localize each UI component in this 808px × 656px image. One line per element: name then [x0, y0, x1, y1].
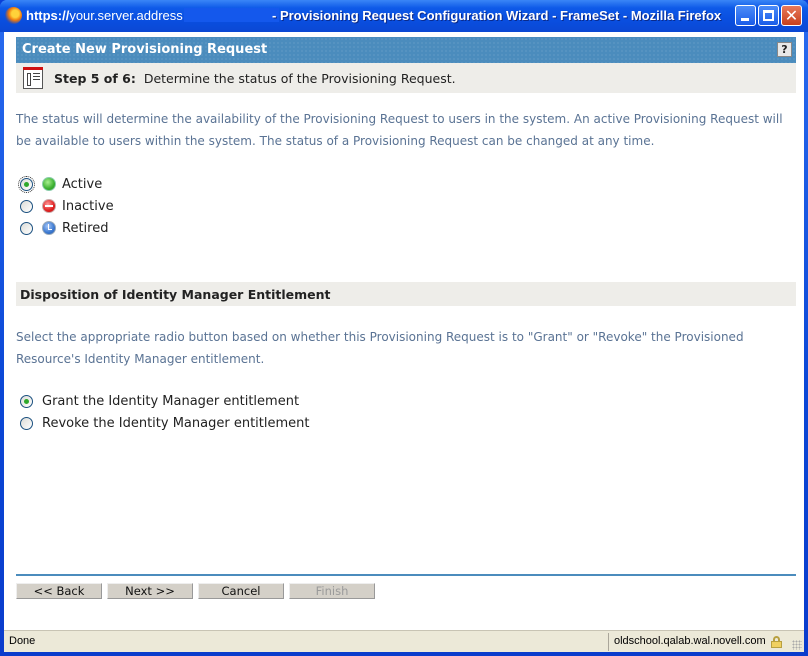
footer-divider	[16, 574, 796, 576]
active-status-icon	[42, 177, 56, 191]
status-option-inactive[interactable]: Inactive	[20, 196, 114, 216]
step-bar: Step 5 of 6: Determine the status of the…	[16, 63, 796, 93]
url-host: your.server.address	[69, 8, 183, 23]
url-scheme: https://	[26, 8, 70, 23]
close-button[interactable]: ✕	[781, 5, 802, 26]
retired-radio[interactable]	[20, 221, 33, 235]
disposition-option-revoke[interactable]: Revoke the Identity Manager entitlement	[20, 413, 309, 433]
retired-status-icon	[42, 221, 56, 235]
step-number: Step 5 of 6:	[54, 71, 136, 86]
disposition-description: Select the appropriate radio button base…	[16, 330, 744, 366]
inactive-radio[interactable]	[20, 199, 33, 213]
disposition-section-header: Disposition of Identity Manager Entitlem…	[16, 282, 796, 306]
page-content: Create New Provisioning Request ? Step 5…	[4, 32, 804, 630]
status-text: Done	[9, 635, 36, 647]
panel-title: Create New Provisioning Request	[22, 42, 268, 57]
maximize-button[interactable]	[758, 5, 779, 26]
firefox-icon	[5, 7, 22, 24]
window-title: - Provisioning Request Configuration Wiz…	[272, 8, 722, 23]
wizard-step-icon	[23, 67, 43, 89]
active-radio[interactable]	[18, 175, 35, 193]
back-button[interactable]: << Back	[16, 583, 102, 599]
revoke-label: Revoke the Identity Manager entitlement	[42, 415, 310, 431]
title-bar[interactable]: https://your.server.address - Provisioni…	[0, 0, 808, 32]
help-button[interactable]: ?	[777, 42, 792, 57]
status-description: The status will determine the availabili…	[16, 112, 783, 148]
status-option-active[interactable]: Active	[18, 174, 103, 194]
title-url: https://your.server.address	[26, 8, 279, 23]
resize-grip-icon[interactable]	[792, 640, 802, 650]
retired-label: Retired	[62, 220, 109, 236]
finish-button[interactable]: Finish	[289, 583, 375, 599]
browser-window: https://your.server.address - Provisioni…	[0, 0, 808, 656]
status-separator	[608, 633, 609, 651]
minimize-icon	[741, 18, 749, 21]
lock-icon[interactable]	[771, 636, 782, 648]
status-bar: Done oldschool.qalab.wal.novell.com	[4, 630, 804, 652]
minimize-button[interactable]	[735, 5, 756, 26]
active-label: Active	[62, 176, 103, 192]
inactive-label: Inactive	[62, 198, 114, 214]
inactive-status-icon	[42, 199, 56, 213]
maximize-icon	[763, 10, 774, 21]
disposition-title: Disposition of Identity Manager Entitlem…	[20, 287, 331, 302]
panel-header: Create New Provisioning Request ?	[16, 37, 796, 63]
status-host: oldschool.qalab.wal.novell.com	[614, 635, 766, 647]
status-option-retired[interactable]: Retired	[20, 218, 108, 238]
url-redaction	[183, 8, 279, 22]
grant-radio[interactable]	[20, 394, 33, 408]
disposition-option-grant[interactable]: Grant the Identity Manager entitlement	[20, 391, 299, 411]
revoke-radio[interactable]	[20, 416, 33, 430]
step-indicator: Step 5 of 6: Determine the status of the…	[54, 71, 456, 86]
close-icon: ✕	[784, 6, 799, 25]
step-description: Determine the status of the Provisioning…	[143, 71, 456, 86]
next-button[interactable]: Next >>	[107, 583, 193, 599]
grant-label: Grant the Identity Manager entitlement	[42, 393, 300, 409]
cancel-button[interactable]: Cancel	[198, 583, 284, 599]
